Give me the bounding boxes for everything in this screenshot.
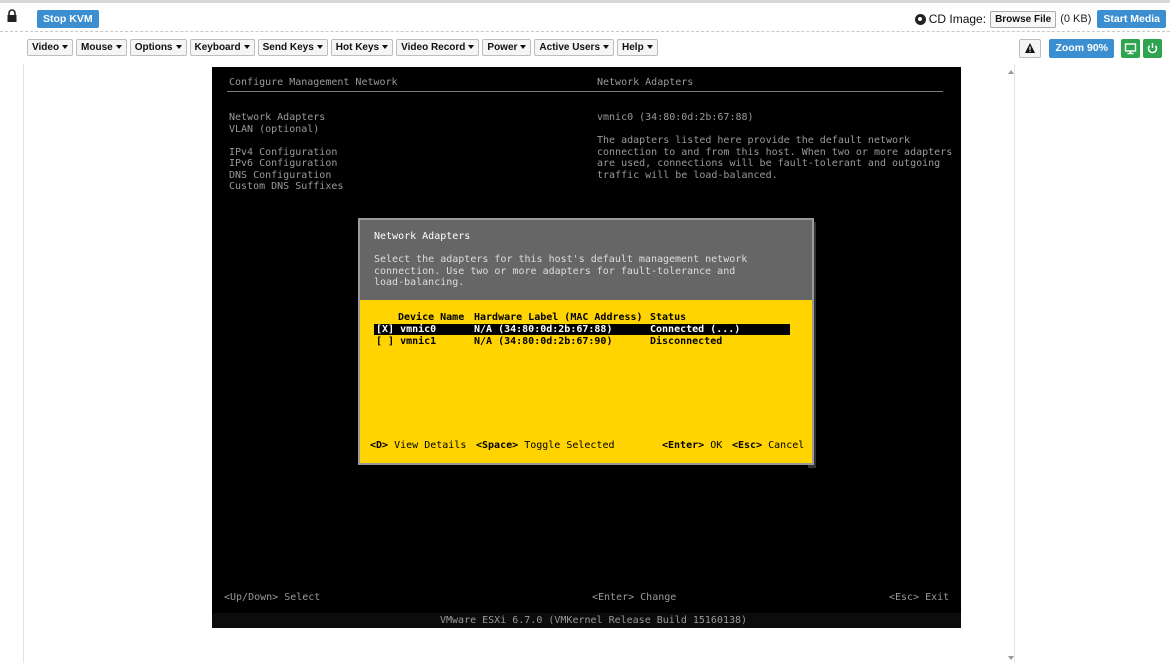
- key-enter: <Enter>: [662, 440, 705, 451]
- menu-label: Mouse: [81, 42, 113, 53]
- adapter-desc-2: connection to and from this host. When t…: [597, 146, 953, 158]
- col-hardware-label: Hardware Label (MAC Address): [474, 312, 643, 323]
- menu-dns-suffixes[interactable]: Custom DNS Suffixes: [229, 181, 343, 193]
- start-media-button[interactable]: Start Media: [1097, 10, 1166, 28]
- key-space-label: Toggle Selected: [524, 440, 615, 451]
- video-record-menu[interactable]: Video Record: [396, 39, 480, 56]
- file-size-text: (0 KB): [1060, 13, 1092, 25]
- key-cancel[interactable]: <Esc> Cancel: [732, 440, 804, 452]
- send-keys-menu[interactable]: Send Keys: [257, 39, 328, 56]
- help-menu[interactable]: Help: [617, 39, 658, 56]
- zoom-button[interactable]: Zoom 90%: [1049, 39, 1114, 58]
- caret-down-icon: [175, 45, 182, 50]
- menu-label: Help: [622, 42, 644, 53]
- browse-file-button[interactable]: Browse File: [990, 10, 1057, 28]
- warning-icon: [1025, 43, 1036, 53]
- col-status: Status: [650, 312, 687, 323]
- menu-items: Video Mouse Options Keyboard Send Keys H…: [27, 39, 661, 56]
- menu-vlan[interactable]: VLAN (optional): [229, 124, 319, 136]
- dialog-desc-2: connection. Use two or more adapters for…: [374, 265, 736, 277]
- esxi-version: VMware ESXi 6.7.0 (VMKernel Release Buil…: [440, 615, 748, 626]
- options-menu[interactable]: Options: [129, 39, 187, 56]
- kvm-screen[interactable]: Configure Management Network Network Ada…: [212, 67, 961, 628]
- keyboard-menu[interactable]: Keyboard: [189, 39, 255, 56]
- hot-keys-menu[interactable]: Hot Keys: [330, 39, 394, 56]
- network-adapters-dialog: Network Adapters Select the adapters for…: [358, 218, 814, 465]
- power-icon: [1147, 43, 1158, 54]
- right-tools: Zoom 90%: [1019, 39, 1162, 58]
- cd-disc-icon: [914, 13, 926, 25]
- kvm-toolbar: Stop KVM CD Image: Browse File (0 KB) St…: [0, 0, 1170, 32]
- adapter-desc-3: are used, connections will be fault-tole…: [597, 158, 941, 169]
- caret-down-icon: [243, 45, 250, 50]
- adapter-row-2-hw[interactable]: N/A (34:80:0d:2b:67:90): [474, 336, 612, 348]
- kvm-menubar: Video Mouse Options Keyboard Send Keys H…: [0, 35, 1170, 63]
- adapter-row-1-device[interactable]: [X] vmnic0: [376, 324, 436, 336]
- menu-label: Power: [487, 42, 518, 53]
- dialog-desc-3: load-balancing.: [374, 277, 465, 288]
- dialog-title: Network Adapters: [374, 231, 471, 242]
- warning-button[interactable]: [1019, 39, 1042, 58]
- key-enter-label: OK: [710, 440, 723, 451]
- cd-image-area: CD Image: Browse File (0 KB) Start Media: [914, 9, 1170, 29]
- caret-down-icon: [520, 45, 527, 50]
- adapter-row-2-device[interactable]: [ ] vmnic1: [376, 336, 436, 348]
- menu-label: Video: [32, 42, 60, 53]
- menu-network-adapters[interactable]: Network Adapters: [229, 112, 325, 124]
- hint-esc: <Esc> Exit: [889, 592, 950, 603]
- caret-down-icon: [646, 45, 653, 50]
- caret-down-icon: [316, 45, 323, 50]
- menu-label: Options: [134, 42, 173, 53]
- key-d-label: View Details: [394, 440, 467, 451]
- scroll-down-arrow-icon[interactable]: [1008, 656, 1014, 660]
- right-panel-title: Network Adapters: [597, 77, 694, 88]
- menu-label: Keyboard: [194, 42, 241, 53]
- stop-kvm-button[interactable]: Stop KVM: [37, 10, 99, 28]
- dialog-desc-1: Select the adapters for this host's defa…: [374, 254, 748, 265]
- menu-ipv4[interactable]: IPv4 Configuration: [229, 147, 337, 159]
- active-users-menu[interactable]: Active Users: [534, 39, 615, 56]
- caret-down-icon: [62, 45, 69, 50]
- caret-down-icon: [603, 45, 610, 50]
- key-esc: <Esc>: [732, 440, 763, 451]
- power-button[interactable]: [1143, 39, 1162, 58]
- hint-up-down: <Up/Down> Select: [224, 592, 321, 603]
- adapter-row-1-status[interactable]: Connected (...): [650, 324, 740, 336]
- esxi-footer-bar: VMware ESXi 6.7.0 (VMKernel Release Buil…: [212, 613, 961, 628]
- header-divider: [227, 91, 943, 92]
- lock-icon: [7, 9, 17, 22]
- key-toggle-selected[interactable]: <Space> Toggle Selected: [476, 440, 615, 452]
- adapter-mac: vmnic0 (34:80:0d:2b:67:88): [597, 112, 754, 123]
- key-view-details[interactable]: <D> View Details: [370, 440, 466, 452]
- adapter-desc-4: traffic will be load-balanced.: [597, 169, 778, 181]
- caret-down-icon: [115, 45, 122, 50]
- caret-down-icon: [382, 45, 389, 50]
- dialog-header: Network Adapters Select the adapters for…: [360, 220, 812, 300]
- mouse-menu[interactable]: Mouse: [76, 39, 127, 56]
- menu-ipv6[interactable]: IPv6 Configuration: [229, 158, 337, 170]
- hint-enter: <Enter> Change: [592, 592, 677, 603]
- monitor-icon: [1124, 43, 1137, 55]
- menu-label: Active Users: [539, 42, 601, 53]
- key-esc-label: Cancel: [768, 440, 805, 451]
- menu-label: Send Keys: [262, 42, 314, 53]
- display-button[interactable]: [1121, 39, 1140, 58]
- scroll-up-arrow-icon[interactable]: [1008, 70, 1014, 74]
- col-device-name: Device Name: [398, 312, 465, 323]
- video-menu[interactable]: Video: [27, 39, 74, 56]
- cd-image-label: CD Image:: [928, 12, 987, 26]
- adapter-desc-1: The adapters listed here provide the def…: [597, 135, 911, 146]
- left-panel-title: Configure Management Network: [229, 77, 398, 88]
- key-ok[interactable]: <Enter> OK: [662, 440, 722, 452]
- adapter-row-1-hw[interactable]: N/A (34:80:0d:2b:67:88): [474, 324, 612, 336]
- key-space: <Space>: [476, 440, 519, 451]
- caret-down-icon: [468, 45, 475, 50]
- power-menu[interactable]: Power: [482, 39, 532, 56]
- menu-label: Hot Keys: [335, 42, 380, 53]
- adapter-row-2-status[interactable]: Disconnected: [650, 336, 722, 348]
- key-d: <D>: [370, 440, 389, 451]
- menu-label: Video Record: [401, 42, 466, 53]
- menu-dns[interactable]: DNS Configuration: [229, 170, 331, 182]
